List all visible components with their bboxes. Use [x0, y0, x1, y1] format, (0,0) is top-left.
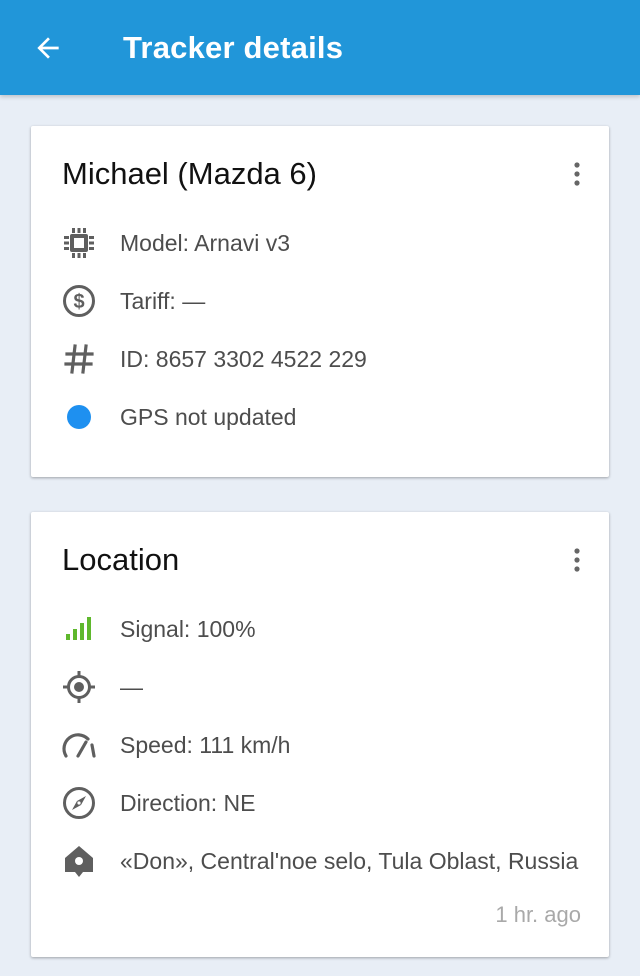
compass-icon	[61, 785, 97, 821]
coordinates-row: —	[31, 665, 609, 709]
back-button[interactable]	[26, 26, 70, 70]
signal-bars-icon	[61, 611, 97, 647]
svg-text:$: $	[73, 291, 84, 313]
id-row: ID: 8657 3302 4522 229	[31, 337, 609, 381]
hash-icon	[61, 341, 97, 377]
speed-row: Speed: 111 km/h	[31, 723, 609, 767]
tracker-menu-button[interactable]	[559, 156, 595, 192]
gps-status-dot-icon	[61, 399, 97, 435]
signal-row: Signal: 100%	[31, 607, 609, 651]
last-update-timestamp: 1 hr. ago	[495, 902, 581, 927]
tariff-row: $ Tariff: —	[31, 279, 609, 323]
model-row: Model: Arnavi v3	[31, 221, 609, 265]
dollar-circle-icon: $	[61, 283, 97, 319]
tracker-name: Michael (Mazda 6)	[62, 156, 317, 191]
app-bar: Tracker details	[0, 0, 640, 95]
address-row: «Don», Central'noe selo, Tula Oblast, Ru…	[31, 839, 609, 883]
chip-icon	[61, 225, 97, 261]
model-text: Model: Arnavi v3	[120, 229, 291, 256]
speedometer-icon	[61, 727, 97, 763]
address-text: «Don», Central'noe selo, Tula Oblast, Ru…	[120, 847, 579, 874]
direction-text: Direction: NE	[120, 789, 256, 816]
location-menu-button[interactable]	[559, 542, 595, 578]
home-pin-icon	[61, 843, 97, 879]
arrow-back-icon	[37, 37, 59, 59]
location-title: Location	[62, 542, 180, 577]
id-text: ID: 8657 3302 4522 229	[120, 345, 367, 372]
gps-row: GPS not updated	[31, 395, 609, 439]
tariff-text: Tariff: —	[120, 287, 206, 314]
speed-text: Speed: 111 km/h	[120, 731, 291, 758]
direction-row: Direction: NE	[31, 781, 609, 825]
signal-text: Signal: 100%	[120, 615, 256, 642]
gps-fixed-icon	[61, 669, 97, 705]
page-title: Tracker details	[123, 30, 344, 65]
more-vert-icon	[574, 162, 580, 186]
coordinates-text: —	[120, 673, 143, 700]
more-vert-icon	[574, 548, 580, 572]
tracker-card: Michael (Mazda 6) Model: Arnavi v3 $ Tar…	[31, 126, 609, 477]
gps-status-text: GPS not updated	[120, 403, 297, 430]
location-card: Location Signal: 100% — Speed: 111 km/h …	[31, 512, 609, 957]
